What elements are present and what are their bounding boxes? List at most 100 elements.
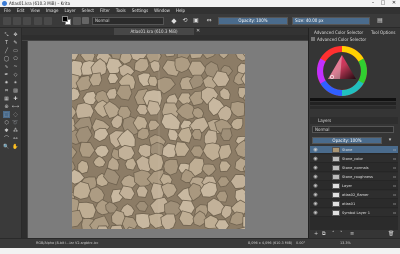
menu-file[interactable]: File (4, 8, 11, 13)
brush-tool-icon[interactable]: ✎ (12, 39, 19, 46)
polygon-tool-icon[interactable]: ⬠ (12, 55, 19, 62)
visibility-eye-icon[interactable]: ◉ (312, 174, 319, 180)
polygon-select-tool-icon[interactable]: ⬡ (3, 119, 10, 126)
layer-lock-icon[interactable]: ▫ (386, 210, 396, 216)
fg-bg-color-swatch[interactable] (62, 16, 71, 25)
freehand-path-tool-icon[interactable]: ~ (12, 63, 19, 70)
menu-window[interactable]: Window (154, 8, 170, 13)
layer-row[interactable]: ◉ Stone_roughness ▫ (310, 173, 398, 181)
undo-icon[interactable] (34, 17, 42, 25)
move-layer-down-icon[interactable]: ˅ (340, 231, 343, 238)
line-tool-icon[interactable]: ╱ (3, 47, 10, 54)
layer-row[interactable]: ◉ Stone ▫ (310, 146, 398, 154)
shape-edit-tool-icon[interactable]: ◇ (12, 71, 19, 78)
save-document-icon[interactable] (23, 17, 31, 25)
visibility-eye-icon[interactable]: ◉ (312, 183, 319, 189)
layer-row[interactable]: ◉ Stone_normals ▫ (310, 164, 398, 172)
layer-name[interactable]: atlas02_flamer (342, 192, 369, 198)
layer-properties-icon[interactable]: ≡ (350, 231, 354, 238)
visibility-eye-icon[interactable]: ◉ (312, 156, 319, 162)
menu-layer[interactable]: Layer (64, 8, 75, 13)
layer-name[interactable]: atlas01 (342, 201, 355, 207)
foreground-color[interactable] (62, 16, 68, 22)
layer-name[interactable]: Stone_normals (342, 165, 369, 171)
ellipse-tool-icon[interactable]: ◯ (3, 55, 10, 62)
layer-name[interactable]: Stone_roughness (342, 174, 373, 180)
close-button[interactable]: ✕ (389, 0, 399, 7)
menu-image[interactable]: Image (46, 8, 59, 13)
path-tool-icon[interactable]: ∿ (3, 63, 10, 70)
blend-mode-select[interactable]: Normal (92, 17, 164, 25)
menu-view[interactable]: View (30, 8, 40, 13)
add-layer-icon[interactable]: + (314, 231, 318, 238)
layer-row[interactable]: ◉ Stone_color ▫ (310, 155, 398, 163)
eraser-icon[interactable]: ◆ (170, 17, 178, 25)
gradient-tool-icon[interactable]: ▦ (3, 95, 10, 102)
redo-icon[interactable] (44, 17, 52, 25)
brush-size-slider[interactable]: Size: 40.00 px (292, 17, 370, 25)
crop-tool-icon[interactable]: ⌗ (3, 87, 10, 94)
layer-lock-icon[interactable]: ▫ (386, 156, 396, 162)
measure-tool-icon[interactable]: ⟷ (12, 103, 19, 110)
layer-name[interactable]: Stone_color (342, 156, 363, 162)
delete-layer-icon[interactable]: 🗑 (388, 231, 394, 238)
color-selector[interactable] (310, 46, 398, 112)
tab-advanced-color-selector[interactable]: Advanced Color Selector (314, 30, 363, 35)
reload-preset-icon[interactable]: ⟲ (181, 17, 189, 25)
color-picker-tool-icon[interactable]: ✚ (12, 95, 19, 102)
move-tool-icon[interactable]: ✥ (12, 31, 19, 38)
similar-select-tool-icon[interactable]: ⁂ (12, 127, 19, 134)
layer-lock-icon[interactable]: ▫ (386, 201, 396, 207)
opacity-slider[interactable]: Opacity: 100% (218, 17, 288, 25)
workspace-icon[interactable]: ▤ (376, 17, 384, 25)
visibility-eye-icon[interactable]: ◉ (312, 192, 319, 198)
pattern-icon[interactable] (73, 17, 81, 25)
visibility-eye-icon[interactable]: ◉ (312, 201, 319, 207)
pan-tool-icon[interactable]: ✋ (12, 143, 19, 150)
menu-help[interactable]: Help (176, 8, 185, 13)
layer-row[interactable]: ◉ atlas01 ▫ (310, 200, 398, 208)
visibility-eye-icon[interactable]: ◉ (312, 147, 319, 153)
menu-select[interactable]: Select (82, 8, 94, 13)
filter-icon[interactable]: ▾ (386, 137, 394, 144)
zoom-level[interactable]: 13.3% (340, 241, 351, 245)
layer-row[interactable]: ◉ Layer ▫ (310, 182, 398, 190)
stone-texture-image[interactable] (72, 54, 245, 229)
layer-row[interactable]: ◉ atlas02_flamer ▫ (310, 191, 398, 199)
freehand-select-tool-icon[interactable]: ➰ (12, 119, 19, 126)
layer-name[interactable]: Stone (342, 147, 352, 153)
contiguous-select-tool-icon[interactable]: ✱ (3, 127, 10, 134)
multibrush-tool-icon[interactable]: ✴ (12, 79, 19, 86)
bezier-select-tool-icon[interactable]: ⌒ (3, 135, 10, 142)
alpha-lock-icon[interactable]: ▣ (192, 17, 200, 25)
rect-tool-icon[interactable]: ▭ (12, 47, 19, 54)
move-layer-up-icon[interactable]: ˄ (332, 231, 335, 238)
minimize-button[interactable]: – (368, 0, 378, 7)
layer-blend-mode-select[interactable]: Normal (312, 126, 394, 133)
calligraphy-tool-icon[interactable]: ✒ (3, 71, 10, 78)
rect-select-tool-icon[interactable]: ⬚ (3, 111, 10, 118)
visibility-eye-icon[interactable]: ◉ (312, 210, 319, 216)
menu-edit[interactable]: Edit (17, 8, 25, 13)
layer-opacity-slider[interactable]: Opacity: 100% (312, 137, 382, 144)
transform-tool-icon[interactable]: ⤡ (3, 31, 10, 38)
visibility-eye-icon[interactable]: ◉ (312, 165, 319, 171)
color-selector-settings-icon[interactable] (311, 37, 315, 41)
magnetic-select-tool-icon[interactable]: ⚯ (12, 135, 19, 142)
mirror-icon[interactable]: ⇔ (205, 17, 213, 25)
menu-filter[interactable]: Filter (100, 8, 110, 13)
layer-name[interactable]: Layer (342, 183, 352, 189)
tab-tool-options[interactable]: Tool Options (371, 30, 395, 35)
layer-lock-icon[interactable]: ▫ (386, 183, 396, 189)
layer-lock-icon[interactable]: ▫ (386, 165, 396, 171)
duplicate-layer-icon[interactable]: ⧉ (322, 231, 326, 238)
layer-row[interactable]: ◉ Symbol Layer 1 ▫ (310, 209, 398, 217)
zoom-tool-icon[interactable]: 🔍 (3, 143, 10, 150)
assistant-tool-icon[interactable]: ⊕ (3, 103, 10, 110)
brush-preset-icon[interactable] (82, 17, 89, 24)
layer-lock-icon[interactable]: ▫ (386, 192, 396, 198)
open-document-icon[interactable] (13, 17, 21, 25)
dynamic-brush-tool-icon[interactable]: ✷ (3, 79, 10, 86)
layer-lock-icon[interactable]: ▫ (386, 147, 396, 153)
fill-tool-icon[interactable]: ▨ (12, 87, 19, 94)
